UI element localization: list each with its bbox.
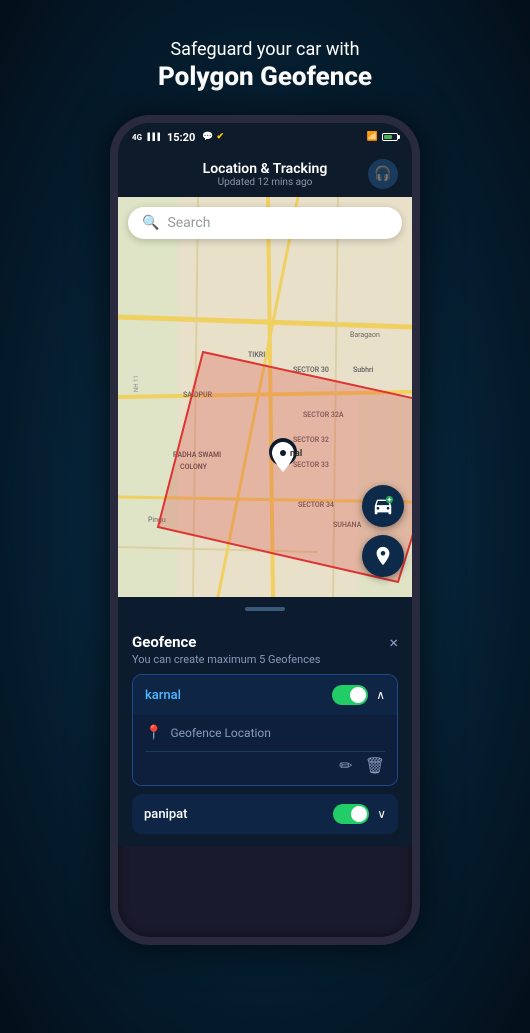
search-bar[interactable]: 🔍 Search	[128, 207, 402, 239]
person-pin-icon	[372, 545, 394, 567]
status-left: 4G ▐▐▐ 15:20 💬 ✔	[132, 131, 224, 144]
close-button[interactable]: ×	[389, 633, 398, 652]
signal-icon: 📶	[367, 132, 378, 142]
headline-bold: Polygon Geofence	[158, 61, 372, 95]
geofence-header: Geofence You can create maximum 5 Geofen…	[132, 633, 398, 666]
chevron-up-icon-karnal[interactable]: ∧	[376, 688, 385, 702]
status-right: 📶	[367, 132, 398, 142]
search-icon: 🔍	[142, 215, 159, 231]
geofence-location-row: 📍 Geofence Location	[145, 725, 385, 741]
geofence-actions: ✏ 🗑	[145, 751, 385, 775]
svg-text:Subhri: Subhri	[353, 366, 374, 374]
geofence-location-text: Geofence Location	[170, 726, 270, 740]
map-container[interactable]: NH 11 TIKRI SECTOR 30 SECTOR 32A SECTOR …	[118, 197, 412, 597]
signal-bars: ▐▐▐	[145, 133, 160, 141]
headline: Safeguard your car with Polygon Geofence	[158, 38, 372, 95]
svg-text:NH 11: NH 11	[133, 375, 140, 392]
headline-top: Safeguard your car with	[170, 39, 359, 60]
app-title-block: Location & Tracking Updated 12 mins ago	[162, 161, 368, 188]
pull-indicator-container	[118, 597, 412, 621]
whatsapp-icon: 💬	[202, 132, 213, 142]
svg-text:TIKRI: TIKRI	[248, 351, 265, 359]
car-icon	[372, 495, 394, 517]
geofence-panel: Geofence You can create maximum 5 Geofen…	[118, 621, 412, 846]
headphone-icon: 🎧	[374, 166, 391, 182]
svg-text:Baragaon: Baragaon	[350, 331, 380, 339]
location-pin-icon: 📍	[145, 725, 162, 741]
geofence-item-karnal: karnal ∧ 📍 Geofence Location ✏ 🗑	[132, 674, 398, 786]
status-bar: 4G ▐▐▐ 15:20 💬 ✔ 📶	[118, 123, 412, 151]
geofence-item-header-karnal[interactable]: karnal ∧	[133, 675, 397, 715]
geofence-toggle-panipat[interactable]	[333, 804, 369, 824]
svg-text:nal: nal	[290, 449, 302, 459]
signal-4g: 4G	[132, 133, 142, 142]
geofence-item-controls-panipat: ∨	[333, 804, 386, 824]
geofence-item-name-panipat: panipat	[144, 807, 188, 822]
status-time: 15:20	[167, 131, 195, 144]
map-float-buttons	[362, 485, 404, 577]
headphone-button[interactable]: 🎧	[368, 159, 398, 189]
pull-indicator	[245, 607, 285, 611]
search-placeholder: Search	[167, 215, 210, 231]
app-subtitle: Updated 12 mins ago	[162, 177, 368, 188]
app-header: Location & Tracking Updated 12 mins ago …	[118, 151, 412, 197]
geofence-title-block: Geofence You can create maximum 5 Geofen…	[132, 633, 320, 666]
geofence-title: Geofence	[132, 633, 320, 651]
app-title: Location & Tracking	[162, 161, 368, 177]
geofence-item-name-karnal: karnal	[145, 688, 181, 703]
chevron-down-icon-panipat[interactable]: ∨	[377, 807, 386, 821]
delete-button[interactable]: 🗑	[365, 756, 385, 775]
car-location-button[interactable]	[362, 485, 404, 527]
geofence-expanded-karnal: 📍 Geofence Location ✏ 🗑	[133, 715, 397, 785]
edit-button[interactable]: ✏	[339, 756, 352, 775]
geofence-toggle-karnal[interactable]	[332, 685, 368, 705]
geofence-subtitle: You can create maximum 5 Geofences	[132, 653, 320, 666]
phone-frame: 4G ▐▐▐ 15:20 💬 ✔ 📶 Location & Tracking U…	[110, 115, 420, 945]
person-location-button[interactable]	[362, 535, 404, 577]
geofence-item-controls-karnal: ∧	[332, 685, 385, 705]
geofence-item-panipat[interactable]: panipat ∨	[132, 794, 398, 834]
battery-icon	[382, 133, 398, 141]
tick-icon: ✔	[217, 132, 225, 142]
